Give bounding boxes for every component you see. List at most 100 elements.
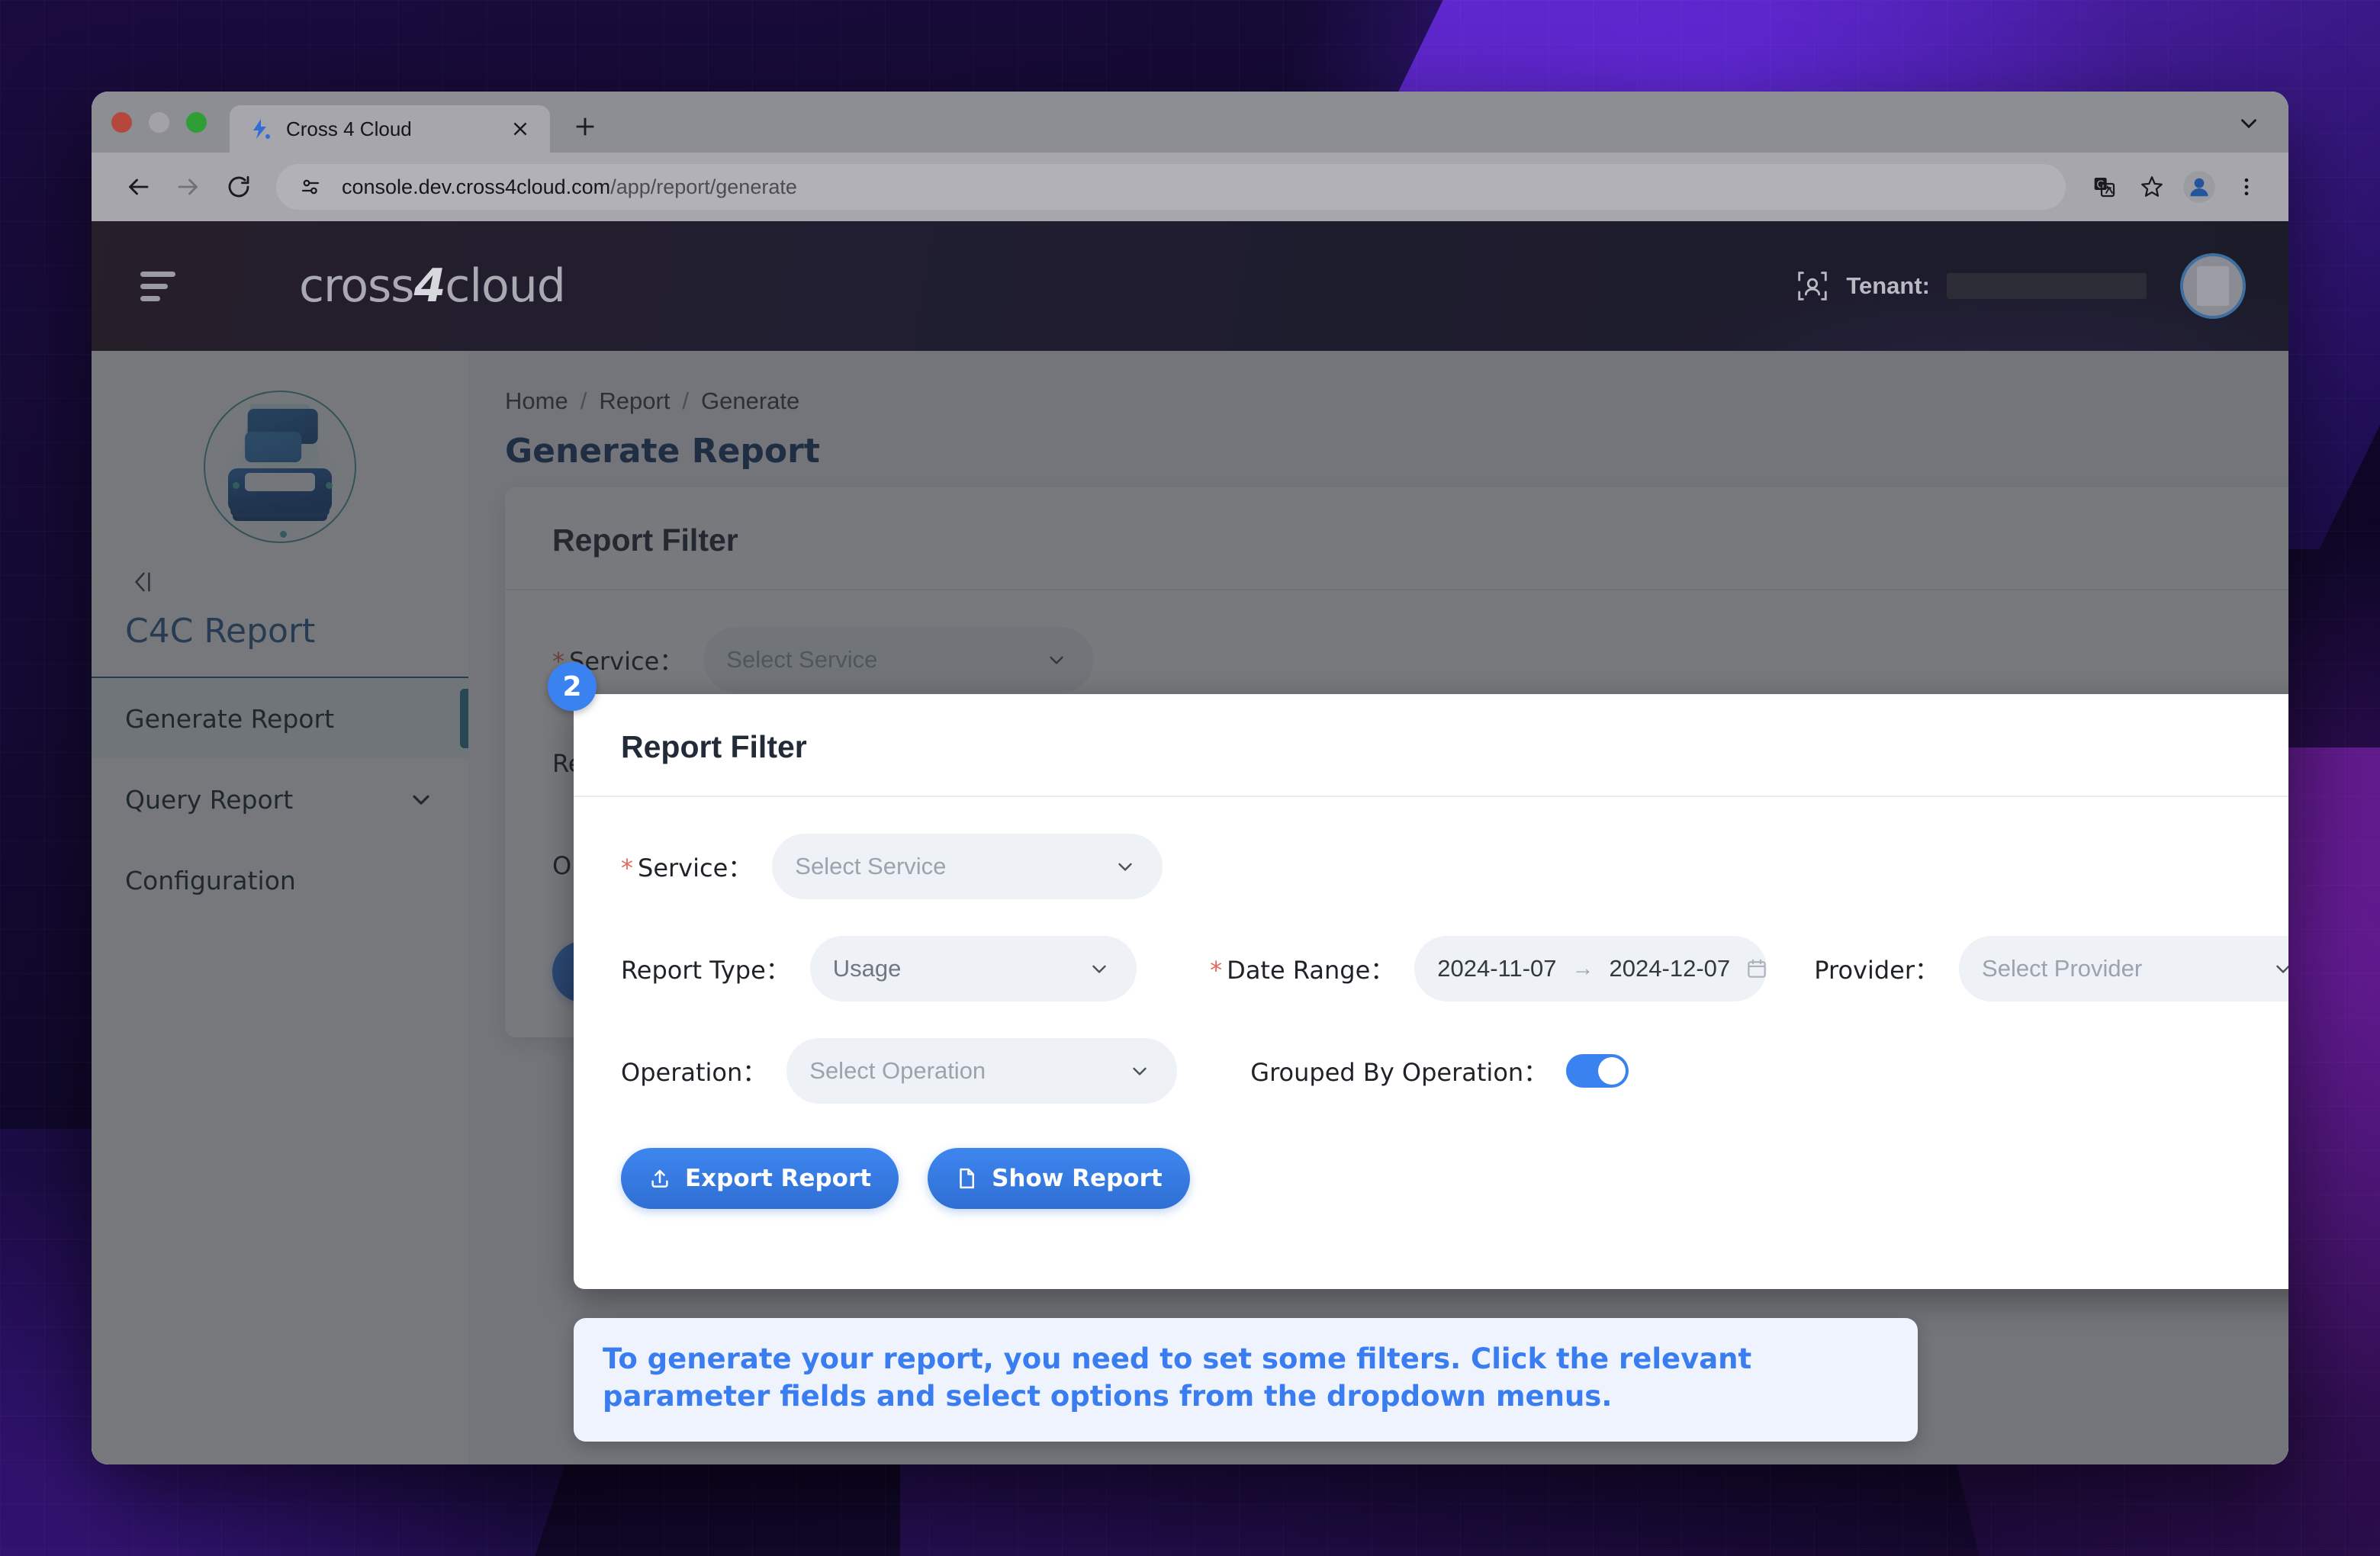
sidebar: C4C Report Generate Report Query Report (92, 351, 468, 1464)
sidebar-item-generate-report[interactable]: Generate Report (92, 678, 468, 759)
three-dot-menu-icon[interactable] (2224, 165, 2269, 209)
spotlight-service-value: Select Service (795, 853, 947, 879)
tour-spotlight-report-filter: Report Filter *Service： Select Service (574, 694, 2288, 1289)
card-title: Report Filter (552, 522, 738, 558)
brand-text-right: cloud (445, 259, 565, 313)
spotlight-service-select[interactable]: Select Service (772, 834, 1163, 899)
breadcrumb-item-generate[interactable]: Generate (701, 387, 799, 415)
spotlight-show-label: Show Report (992, 1165, 1163, 1192)
sidebar-title: C4C Report (125, 612, 316, 651)
service-select[interactable]: Select Service (703, 627, 1095, 693)
spotlight-report-type-label: Report Type： (621, 951, 790, 986)
breadcrumb-item-report[interactable]: Report (599, 387, 670, 415)
close-window-button[interactable] (111, 112, 132, 133)
collapse-sidebar-icon[interactable] (127, 566, 468, 598)
upload-icon (648, 1167, 671, 1190)
sidebar-item-query-report[interactable]: Query Report (92, 759, 468, 840)
svg-text:G: G (2096, 179, 2104, 191)
spotlight-operation-label: Operation： (621, 1053, 767, 1088)
chevron-down-icon (1045, 648, 1068, 671)
reload-icon[interactable] (215, 163, 262, 211)
forward-arrow-icon[interactable] (165, 163, 212, 211)
spotlight-date-arrow: → (1571, 956, 1594, 981)
tenant-value-redacted (1947, 273, 2147, 299)
card-header: Report Filter (505, 487, 2288, 590)
spotlight-operation-value: Select Operation (809, 1057, 986, 1084)
sidebar-item-label: Configuration (125, 865, 296, 895)
label-colon: ： (742, 1058, 767, 1087)
plus-icon[interactable] (564, 105, 606, 148)
translate-icon[interactable]: G (2082, 165, 2127, 209)
label-colon: ： (728, 854, 753, 882)
breadcrumb-separator: / (682, 387, 689, 414)
tour-callout: To generate your report, you need to set… (574, 1318, 1918, 1442)
hamburger-menu-icon[interactable] (140, 271, 186, 301)
breadcrumb-item-home[interactable]: Home (505, 387, 568, 415)
spotlight-card-header: Report Filter (574, 694, 2288, 797)
user-avatar-icon[interactable] (2180, 253, 2246, 319)
spotlight-date-start[interactable]: 2024-11-07 (1437, 955, 1556, 982)
form-row-service: * Service： Select Service (552, 627, 2288, 693)
spotlight-show-report-button[interactable]: Show Report (928, 1148, 1190, 1209)
spotlight-row-type-date-provider: Report Type： Usage * Date Range： 2024-11… (621, 936, 2288, 1001)
browser-window: Cross 4 Cloud console.dev.cross4cloud.co… (92, 92, 2288, 1464)
spotlight-provider-select[interactable]: Select Provider (1959, 936, 2288, 1001)
spotlight-date-end[interactable]: 2024-12-07 (1610, 955, 1731, 982)
spotlight-provider-text: Provider (1814, 956, 1915, 985)
sidebar-item-label: Generate Report (125, 703, 335, 734)
spotlight-export-report-button[interactable]: Export Report (621, 1148, 899, 1209)
sidebar-item-configuration[interactable]: Configuration (92, 840, 468, 921)
window-controls (111, 112, 207, 153)
spotlight-service-label: * Service： (621, 849, 752, 884)
tenant-display: Tenant: (1796, 269, 2147, 303)
breadcrumb: Home / Report / Generate (505, 387, 2288, 415)
tenant-person-icon (1796, 269, 1829, 303)
close-icon[interactable] (507, 116, 533, 142)
chevron-down-icon[interactable] (2226, 101, 2272, 146)
site-settings-icon[interactable] (293, 169, 328, 204)
illustration-dot (233, 482, 240, 489)
spotlight-row-operation-grouped: Operation： Select Operation Grouped By O… (621, 1038, 2288, 1104)
browser-tab-strip: Cross 4 Cloud (92, 92, 2288, 153)
address-bar-url: console.dev.cross4cloud.com/app/report/g… (342, 175, 797, 199)
label-colon: ： (765, 956, 790, 985)
chevron-down-icon (1114, 855, 1137, 878)
spotlight-report-type-text: Report Type (621, 956, 766, 985)
spotlight-export-label: Export Report (685, 1165, 872, 1192)
spotlight-operation-select[interactable]: Select Operation (786, 1038, 1178, 1104)
avatar-inner (2197, 266, 2229, 306)
star-icon[interactable] (2130, 165, 2174, 209)
spotlight-report-type-select[interactable]: Usage (809, 936, 1137, 1001)
maximize-window-button[interactable] (186, 112, 207, 133)
calendar-icon (1745, 957, 1768, 980)
address-bar[interactable]: console.dev.cross4cloud.com/app/report/g… (276, 164, 2066, 210)
spotlight-date-range-picker[interactable]: 2024-11-07 → 2024-12-07 (1414, 936, 1767, 1001)
brand-four: 4 (413, 259, 446, 313)
cross4cloud-logo: cross4cloud (299, 259, 566, 313)
brand-text-left: cross (299, 259, 415, 313)
required-mark: * (621, 854, 633, 882)
spotlight-provider-label: Provider： (1814, 951, 1939, 986)
browser-tab[interactable]: Cross 4 Cloud (230, 105, 550, 153)
spotlight-operation-text: Operation (621, 1058, 743, 1087)
chevron-down-icon[interactable] (407, 786, 435, 813)
back-arrow-icon[interactable] (114, 163, 162, 211)
tenant-label: Tenant: (1846, 272, 1930, 299)
chevron-down-icon (1088, 957, 1111, 980)
spotlight-form: * Service： Select Service Report Type： U… (574, 834, 2288, 1209)
tour-step-badge: 2 (548, 662, 597, 711)
label-colon: ： (1915, 956, 1940, 985)
toggle-knob (1598, 1057, 1626, 1085)
spotlight-form-actions: Export Report Show Report (621, 1148, 2288, 1209)
minimize-window-button[interactable] (149, 112, 169, 133)
chevron-down-icon (2272, 957, 2288, 980)
spotlight-grouped-by-toggle[interactable] (1566, 1054, 1629, 1088)
spotlight-card-title: Report Filter (621, 729, 807, 764)
profile-avatar-icon[interactable] (2177, 165, 2221, 209)
cross4cloud-favicon (248, 117, 272, 141)
breadcrumb-separator: / (580, 387, 587, 414)
url-path: /app/report/generate (610, 175, 797, 198)
service-select-value: Select Service (726, 646, 878, 673)
chevron-down-icon (1128, 1059, 1151, 1082)
spotlight-date-range-text: Date Range (1227, 956, 1371, 985)
